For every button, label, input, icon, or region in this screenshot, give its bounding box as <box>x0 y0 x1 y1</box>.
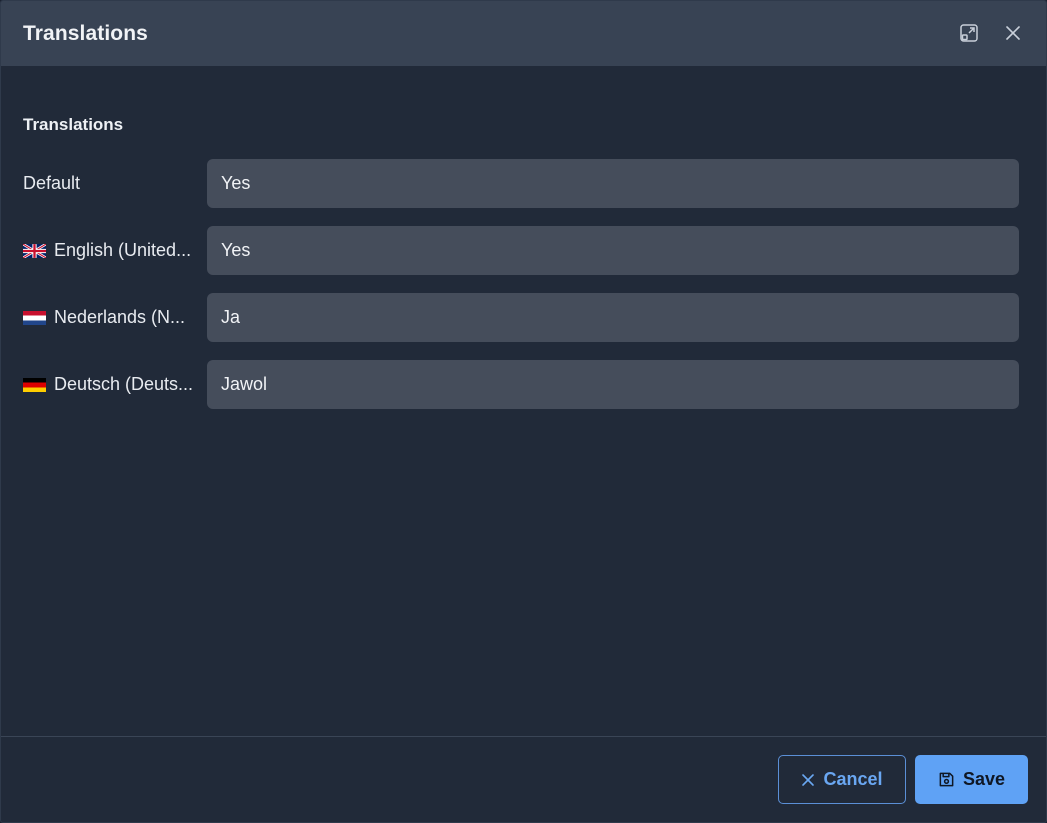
language-label-text: English (United... <box>54 240 192 260</box>
language-label-text: Default <box>23 173 81 193</box>
language-label: Default <box>23 159 201 208</box>
save-button-label: Save <box>962 769 1006 789</box>
section-title: Translations <box>23 115 124 134</box>
expand-button[interactable] <box>957 21 981 45</box>
dialog-title: Translations <box>23 21 148 45</box>
close-button[interactable] <box>1001 21 1025 45</box>
language-label-text: Nederlands (N... <box>54 307 186 327</box>
translation-row-german: Deutsch (Deuts... <box>1 360 1046 409</box>
translation-input-english[interactable] <box>207 226 1019 275</box>
cancel-button[interactable]: Cancel <box>778 755 906 804</box>
language-label: Nederlands (N... <box>23 293 201 342</box>
translation-row-english: English (United... <box>1 226 1046 275</box>
nl-flag-icon <box>23 310 46 325</box>
language-label: Deutsch (Deuts... <box>23 360 201 409</box>
translation-input-german[interactable] <box>207 360 1019 409</box>
translation-row-default: Default <box>1 159 1046 208</box>
de-flag-icon <box>23 377 46 392</box>
uk-flag-icon <box>23 243 46 258</box>
translation-input-dutch[interactable] <box>207 293 1019 342</box>
dialog-header: Translations <box>1 1 1046 66</box>
language-label: English (United... <box>23 226 201 275</box>
footer-divider <box>1 736 1046 737</box>
translation-row-dutch: Nederlands (N... <box>1 293 1046 342</box>
language-label-text: Deutsch (Deuts... <box>54 374 194 394</box>
cancel-button-label: Cancel <box>823 769 883 789</box>
translation-input-default[interactable] <box>207 159 1019 208</box>
floppy-disk-icon <box>938 771 955 788</box>
expand-icon <box>959 23 979 43</box>
close-icon <box>1004 24 1022 42</box>
translations-dialog: Translations Translations Default Yes En… <box>0 0 1047 823</box>
save-button[interactable]: Save <box>915 755 1028 804</box>
x-icon <box>801 773 815 787</box>
